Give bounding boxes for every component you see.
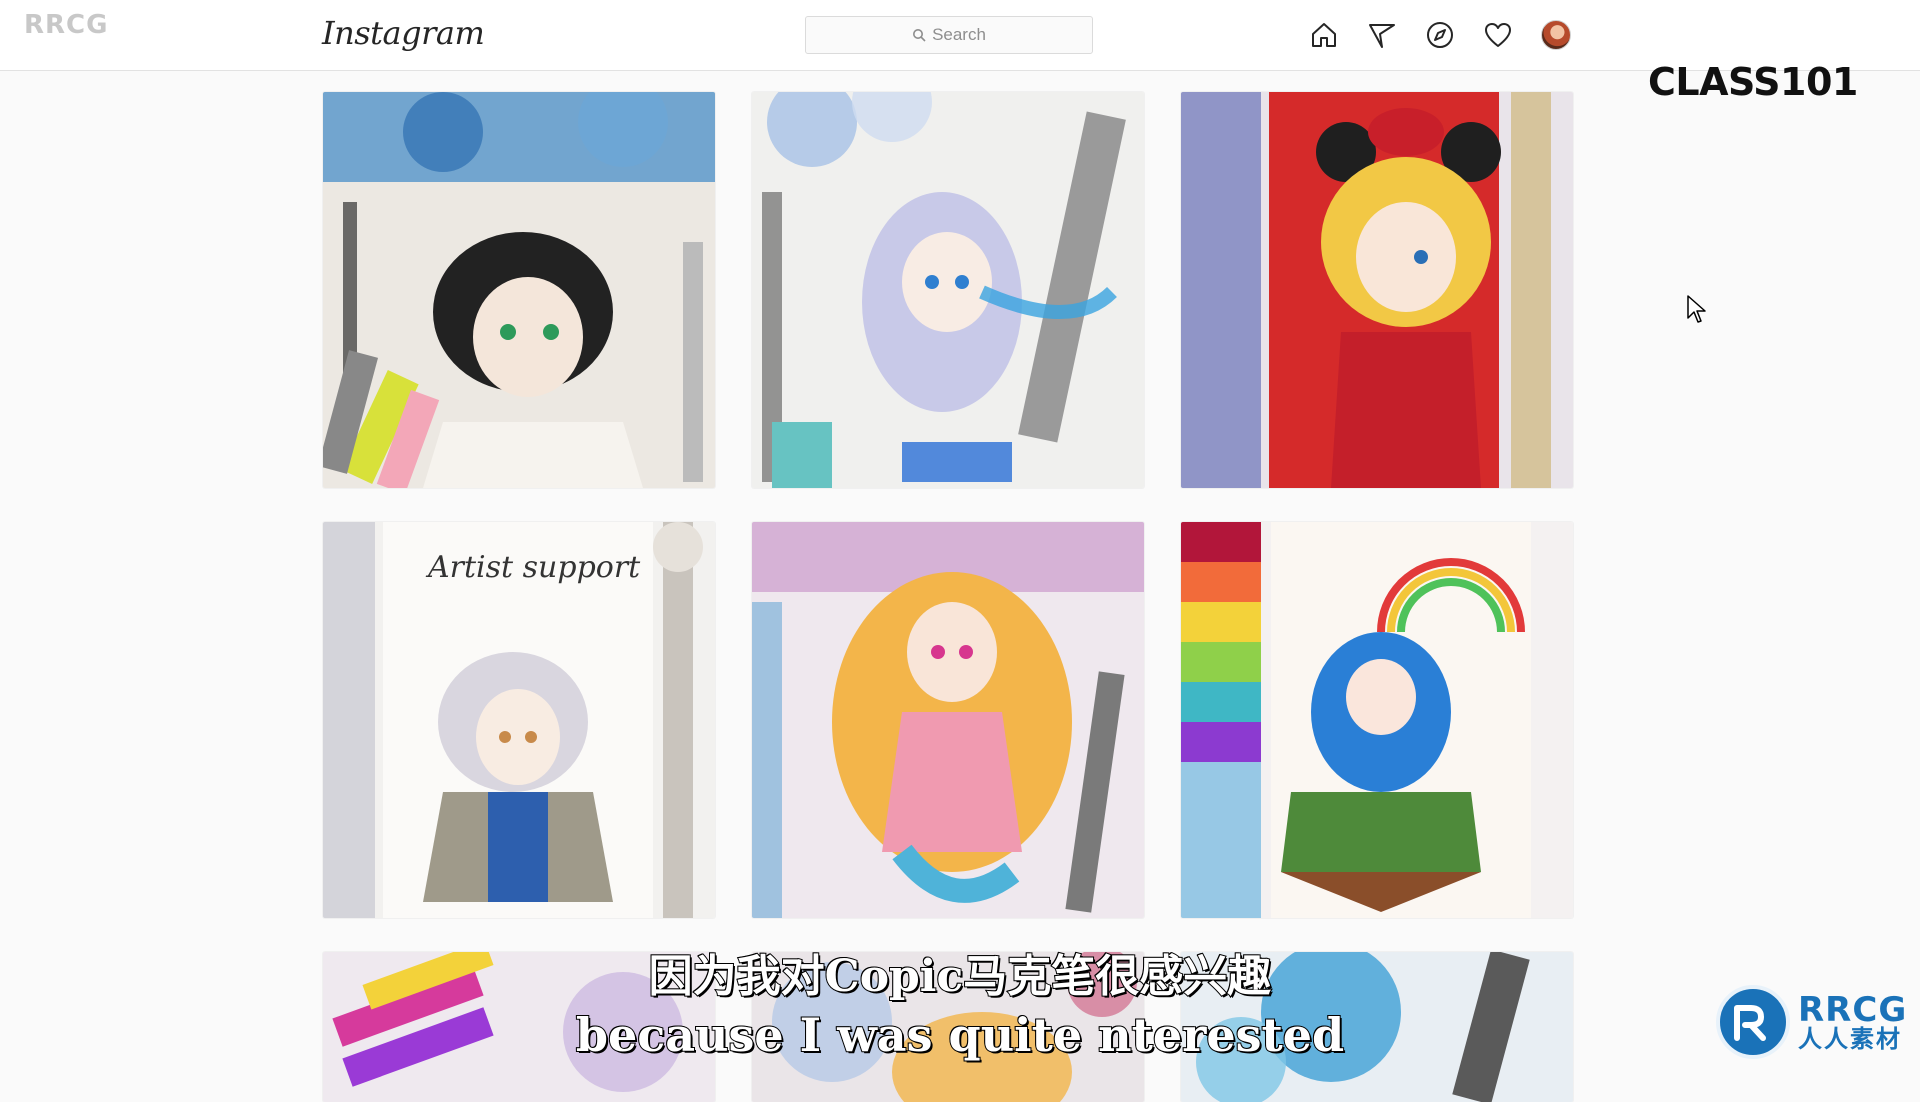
subtitles: 因为我对Copic马克笔很感兴趣 because I was quite nte…	[0, 940, 1920, 1063]
top-navigation-bar: RRCG Instagram Search	[0, 0, 1920, 71]
avatar	[1541, 20, 1571, 50]
artwork-text: Artist support	[425, 550, 641, 585]
post-thumbnail[interactable]	[1181, 522, 1573, 918]
explore-icon[interactable]	[1424, 19, 1456, 51]
direct-message-icon[interactable]	[1366, 19, 1398, 51]
watermark-top: RRCG	[24, 10, 109, 40]
post-thumbnail[interactable]	[323, 92, 715, 488]
post-thumbnail[interactable]	[1181, 92, 1573, 488]
subtitle-english: because I was quite nterested	[575, 1007, 1345, 1063]
class101-logo: CLASS101	[1648, 60, 1858, 104]
search-icon	[913, 29, 926, 42]
search-placeholder: Search	[932, 25, 986, 44]
watermark-latin: RRCG	[1798, 990, 1908, 1030]
instagram-logo[interactable]: Instagram	[322, 14, 485, 52]
post-thumbnail[interactable]	[752, 92, 1144, 488]
artwork-image	[752, 522, 1144, 918]
rrcg-badge-icon	[1716, 985, 1790, 1059]
home-icon[interactable]	[1308, 19, 1340, 51]
activity-heart-icon[interactable]	[1482, 19, 1514, 51]
mouse-cursor-icon	[1687, 295, 1706, 323]
artwork-image	[1181, 522, 1573, 918]
artwork-image	[323, 92, 715, 488]
watermark-chinese: 人人素材	[1798, 1025, 1902, 1053]
profile-avatar[interactable]	[1540, 19, 1572, 51]
watermark-bottom: RRCG 人人素材	[1716, 980, 1916, 1064]
nav-icons	[1308, 18, 1572, 52]
artwork-image	[752, 92, 1144, 488]
subtitle-chinese: 因为我对Copic马克笔很感兴趣	[648, 950, 1273, 1003]
artwork-image	[1181, 92, 1573, 488]
post-thumbnail[interactable]	[752, 522, 1144, 918]
search-input[interactable]: Search	[805, 16, 1093, 54]
post-thumbnail[interactable]: Artist support	[323, 522, 715, 918]
artwork-image: Artist support	[323, 522, 715, 918]
